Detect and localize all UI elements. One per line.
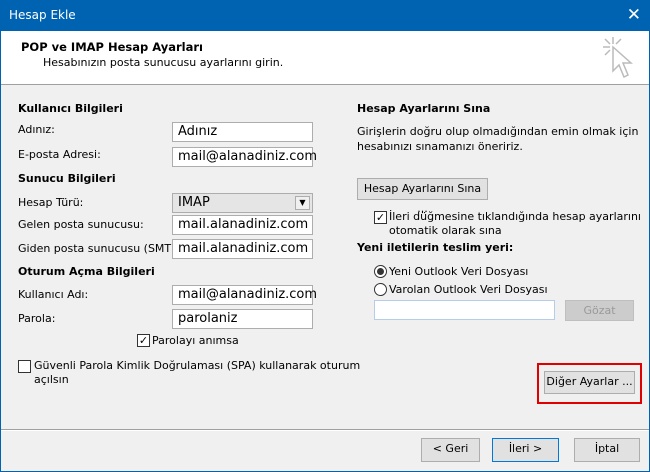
incoming-server-label: Gelen posta sunucusu: [18, 218, 144, 231]
outgoing-server-label: Giden posta sunucusu (SMTP): [18, 242, 186, 255]
existing-data-file-label: Varolan Outlook Veri Dosyası [389, 283, 548, 296]
user-info-heading: Kullanıcı Bilgileri [18, 102, 123, 115]
email-input[interactable]: mail@alanadiniz.com [172, 147, 317, 167]
name-input[interactable]: Adınız [172, 122, 313, 142]
test-settings-heading: Hesap Ayarlarını Sına [357, 102, 491, 115]
spa-label: Güvenli Parola Kimlik Doğrulaması (SPA) … [34, 359, 361, 372]
account-type-label: Hesap Türü: [18, 196, 84, 209]
title-bar: Hesap Ekle ✕ [1, 1, 649, 31]
chevron-down-icon[interactable]: ▼ [295, 196, 310, 210]
delivery-heading: Yeni iletilerin teslim yeri: [357, 241, 514, 254]
close-icon[interactable]: ✕ [627, 5, 641, 25]
more-settings-button[interactable]: Diğer Ayarlar ... [544, 371, 635, 394]
cursor-click-icon [603, 37, 633, 79]
username-label: Kullanıcı Adı: [18, 288, 89, 301]
username-input[interactable]: mail@alanadiniz.com [172, 285, 317, 305]
password-input[interactable]: parolaniz [172, 309, 313, 329]
password-label: Parola: [18, 312, 56, 325]
add-account-dialog: Hesap Ekle ✕ POP ve IMAP Hesap Ayarları … [0, 0, 650, 472]
footer-divider [1, 429, 649, 431]
remember-password-checkbox[interactable]: ✓ [137, 334, 150, 347]
server-info-heading: Sunucu Bilgileri [18, 172, 116, 185]
back-button[interactable]: < Geri [421, 438, 480, 462]
window-title: Hesap Ekle [9, 8, 76, 22]
dialog-header: POP ve IMAP Hesap Ayarları Hesabınızın p… [1, 31, 649, 85]
page-subtitle: Hesabınızın posta sunucusu ayarlarını gi… [43, 56, 284, 69]
data-file-path-input[interactable] [374, 300, 555, 320]
test-description: Girişlerin doğru olup olmadığından emin … [357, 125, 639, 138]
account-type-select[interactable]: IMAP ▼ [172, 193, 313, 213]
test-description-line2: hesabınızı sınamanızı öneririz. [357, 140, 523, 153]
spa-label-line2: açılsın [34, 373, 69, 386]
page-title: POP ve IMAP Hesap Ayarları [21, 40, 203, 54]
email-label: E-posta Adresi: [18, 148, 101, 161]
browse-button[interactable]: Gözat [565, 300, 634, 321]
account-type-value: IMAP [178, 195, 210, 210]
next-button[interactable]: İleri > [492, 438, 559, 462]
auto-test-label: İleri düğmesine tıklandığında hesap ayar… [389, 210, 641, 223]
name-label: Adınız: [18, 123, 55, 136]
login-info-heading: Oturum Açma Bilgileri [18, 265, 155, 278]
existing-data-file-radio[interactable] [374, 283, 387, 296]
auto-test-label-line2: otomatik olarak sına [389, 224, 502, 237]
incoming-server-input[interactable]: mail.alanadiniz.com [172, 215, 313, 235]
remember-password-label: Parolayı anımsa [152, 334, 239, 347]
test-account-settings-button[interactable]: Hesap Ayarlarını Sına ... [357, 178, 488, 215]
spa-checkbox[interactable] [18, 360, 31, 373]
outgoing-server-input[interactable]: mail.alanadiniz.com [172, 239, 313, 259]
cancel-button[interactable]: İptal [574, 438, 640, 462]
new-data-file-radio[interactable] [374, 265, 387, 278]
new-data-file-label: Yeni Outlook Veri Dosyası [389, 265, 529, 278]
auto-test-checkbox[interactable]: ✓ [374, 211, 387, 224]
